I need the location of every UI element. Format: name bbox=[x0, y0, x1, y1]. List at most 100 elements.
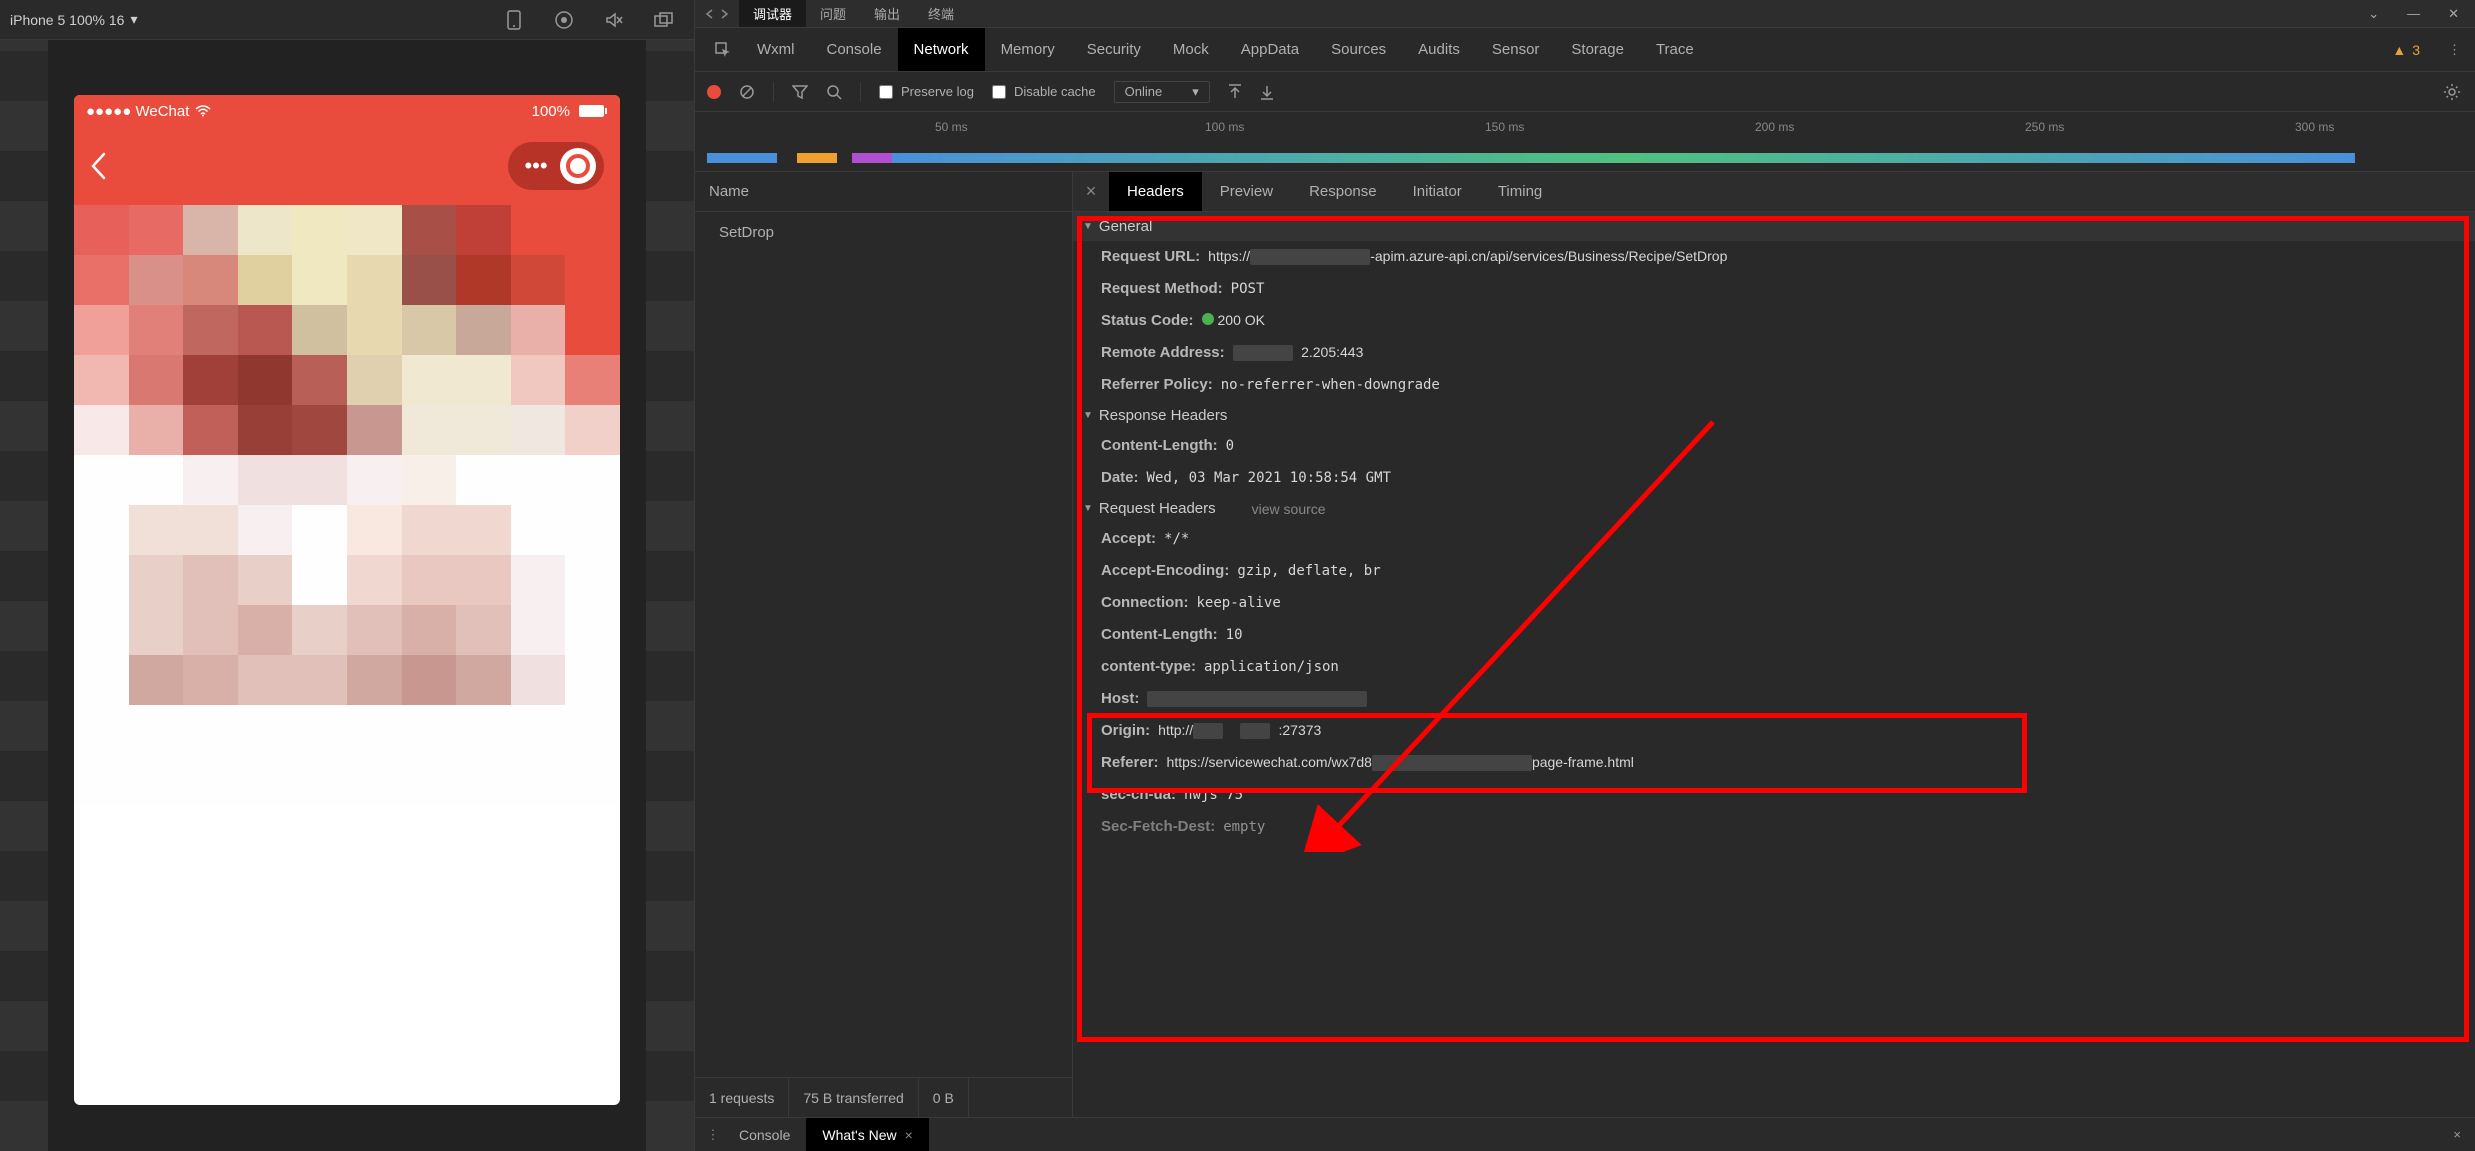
redacted bbox=[1250, 249, 1370, 265]
close-drawer-icon[interactable]: × bbox=[2439, 1118, 2475, 1151]
windows-icon[interactable] bbox=[654, 10, 674, 30]
timeline-tick: 300 ms bbox=[2295, 120, 2334, 134]
header-row-referer: Referer:https://servicewechat.com/wx7d8p… bbox=[1073, 747, 2475, 779]
header-row-origin: Origin:http:// :27373 bbox=[1073, 715, 2475, 747]
tab-security[interactable]: Security bbox=[1071, 28, 1157, 71]
minimize-icon[interactable]: — bbox=[2407, 6, 2420, 21]
tab-trace[interactable]: Trace bbox=[1640, 28, 1710, 71]
response-headers-title[interactable]: ▼Response Headers bbox=[1073, 401, 2475, 430]
status-dot-icon bbox=[1202, 313, 1214, 325]
throttle-value: Online bbox=[1125, 84, 1163, 99]
network-status-bar: 1 requests 75 B transferred 0 B bbox=[695, 1077, 1072, 1117]
timeline-tick: 200 ms bbox=[1755, 120, 1794, 134]
tab-mock[interactable]: Mock bbox=[1157, 28, 1225, 71]
back-icon[interactable] bbox=[90, 152, 106, 180]
detail-tabs: × Headers Preview Response Initiator Tim… bbox=[1073, 172, 2475, 212]
tab-audits[interactable]: Audits bbox=[1402, 28, 1476, 71]
tab-initiator[interactable]: Initiator bbox=[1395, 172, 1480, 211]
throttle-select[interactable]: Online ▾ bbox=[1114, 81, 1210, 103]
search-icon[interactable] bbox=[826, 84, 842, 100]
request-row[interactable]: SetDrop bbox=[695, 212, 1072, 252]
request-detail-panel: × Headers Preview Response Initiator Tim… bbox=[1073, 172, 2475, 1117]
close-detail-icon[interactable]: × bbox=[1073, 172, 1109, 211]
record-button[interactable] bbox=[707, 85, 721, 99]
drawer-handle-icon[interactable]: ⋮ bbox=[703, 1118, 723, 1151]
disable-cache-label: Disable cache bbox=[1014, 84, 1096, 99]
tab-storage[interactable]: Storage bbox=[1555, 28, 1640, 71]
upload-icon[interactable] bbox=[1228, 84, 1242, 100]
filter-icon[interactable] bbox=[792, 85, 808, 99]
view-source-link[interactable]: view source bbox=[1252, 501, 1326, 517]
phone-statusbar: ●●●●● WeChat 100% bbox=[74, 95, 620, 127]
header-row: Content-Length:10 bbox=[1073, 619, 2475, 651]
request-headers-title[interactable]: ▼Request Headersview source bbox=[1073, 494, 2475, 523]
preserve-log-input[interactable] bbox=[879, 85, 893, 99]
mute-icon[interactable] bbox=[604, 10, 624, 30]
preserve-log-label: Preserve log bbox=[901, 84, 974, 99]
nav-arrows-icon[interactable] bbox=[695, 0, 739, 27]
tab-output[interactable]: 输出 bbox=[860, 0, 914, 27]
triangle-down-icon: ▼ bbox=[1083, 503, 1093, 514]
devtools-top-tabs: 调试器 问题 输出 终端 ⌄ — ✕ bbox=[695, 0, 2475, 28]
tab-headers[interactable]: Headers bbox=[1109, 172, 1202, 211]
wifi-icon bbox=[195, 105, 211, 117]
warning-icon: ▲ bbox=[2392, 42, 2406, 58]
drawer-tab-whatsnew[interactable]: What's New× bbox=[806, 1118, 928, 1151]
tab-problems[interactable]: 问题 bbox=[806, 0, 860, 27]
record-icon[interactable] bbox=[554, 10, 574, 30]
tab-response[interactable]: Response bbox=[1291, 172, 1395, 211]
network-request-list: Name SetDrop 1 requests 75 B transferred… bbox=[695, 172, 1073, 1117]
device-icon[interactable] bbox=[504, 10, 524, 30]
menu-dots-icon[interactable]: ••• bbox=[516, 148, 556, 184]
chevron-down-icon[interactable]: ⌄ bbox=[2368, 6, 2379, 22]
disable-cache-input[interactable] bbox=[992, 85, 1006, 99]
request-headers-section: ▼Request Headersview source Accept:*/* A… bbox=[1073, 494, 2475, 843]
header-row: Host: bbox=[1073, 683, 2475, 715]
devtools-panel: 调试器 问题 输出 终端 ⌄ — ✕ Wxml Console Network … bbox=[694, 0, 2475, 1151]
timeline-tick: 50 ms bbox=[935, 120, 968, 134]
battery-icon bbox=[578, 104, 608, 118]
tab-sensor[interactable]: Sensor bbox=[1476, 28, 1556, 71]
tab-timing[interactable]: Timing bbox=[1480, 172, 1560, 211]
phone-navbar: ••• bbox=[74, 127, 620, 205]
download-icon[interactable] bbox=[1260, 84, 1274, 100]
tab-appdata[interactable]: AppData bbox=[1225, 28, 1315, 71]
battery-pct: 100% bbox=[532, 103, 570, 120]
inspect-icon[interactable] bbox=[705, 28, 741, 71]
response-headers-section: ▼Response Headers Content-Length:0 Date:… bbox=[1073, 401, 2475, 494]
tab-wxml[interactable]: Wxml bbox=[741, 28, 811, 71]
drawer-tab-console[interactable]: Console bbox=[723, 1118, 806, 1151]
status-transferred: 75 B transferred bbox=[789, 1078, 918, 1117]
tab-memory[interactable]: Memory bbox=[985, 28, 1071, 71]
tab-console[interactable]: Console bbox=[811, 28, 898, 71]
warning-count: 3 bbox=[2412, 42, 2420, 58]
warning-badge[interactable]: ▲ 3 bbox=[2392, 28, 2434, 71]
close-capsule-icon[interactable] bbox=[560, 148, 596, 184]
preserve-log-checkbox[interactable]: Preserve log bbox=[879, 84, 974, 99]
phone-frame: ●●●●● WeChat 100% bbox=[74, 95, 620, 1105]
network-timeline[interactable]: 50 ms 100 ms 150 ms 200 ms 250 ms 300 ms bbox=[695, 112, 2475, 172]
tab-network[interactable]: Network bbox=[898, 28, 985, 71]
settings-icon[interactable] bbox=[2443, 83, 2475, 101]
disable-cache-checkbox[interactable]: Disable cache bbox=[992, 84, 1096, 99]
status-resources: 0 B bbox=[919, 1078, 969, 1117]
header-row: Remote Address: 2.205:443 bbox=[1073, 337, 2475, 369]
request-list-header[interactable]: Name bbox=[695, 172, 1072, 212]
general-title[interactable]: ▼General bbox=[1073, 212, 2475, 241]
more-menu-icon[interactable]: ⋮ bbox=[2434, 28, 2475, 71]
device-selector[interactable]: iPhone 5 100% 16 ▾ bbox=[10, 11, 137, 28]
redacted bbox=[1240, 723, 1270, 739]
tab-preview[interactable]: Preview bbox=[1202, 172, 1291, 211]
network-toolbar: Preserve log Disable cache Online ▾ bbox=[695, 72, 2475, 112]
clear-icon[interactable] bbox=[739, 84, 755, 100]
close-icon[interactable]: ✕ bbox=[2448, 6, 2459, 22]
close-tab-icon[interactable]: × bbox=[905, 1127, 913, 1143]
simulator-toolbar: iPhone 5 100% 16 ▾ bbox=[0, 0, 694, 40]
tab-sources[interactable]: Sources bbox=[1315, 28, 1402, 71]
sim-gutter-right bbox=[646, 40, 694, 1151]
header-row: Accept:*/* bbox=[1073, 523, 2475, 555]
tab-terminal[interactable]: 终端 bbox=[914, 0, 968, 27]
tab-debugger[interactable]: 调试器 bbox=[739, 0, 806, 27]
triangle-down-icon: ▼ bbox=[1083, 410, 1093, 421]
redacted bbox=[1233, 345, 1293, 361]
